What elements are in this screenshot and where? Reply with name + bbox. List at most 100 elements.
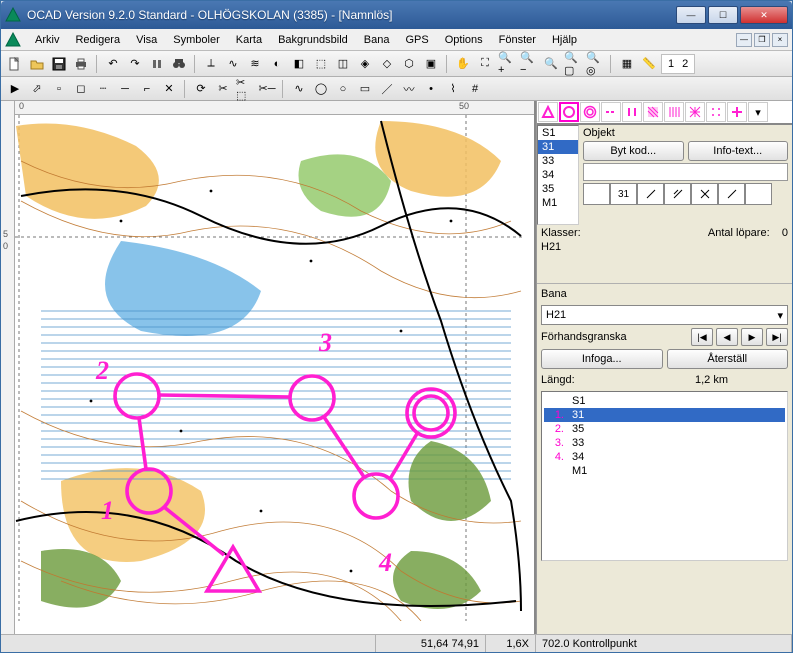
tool-e-icon[interactable]: ◧ (289, 54, 309, 74)
draw-point-icon[interactable]: • (421, 79, 441, 99)
desc-cell[interactable] (637, 183, 664, 205)
close-button[interactable]: ✕ (740, 6, 788, 24)
menu-karta[interactable]: Karta (228, 32, 270, 48)
menu-options[interactable]: Options (437, 32, 491, 48)
zoom-out-icon[interactable]: 🔍− (519, 54, 539, 74)
menu-redigera[interactable]: Redigera (67, 32, 128, 48)
sym-first-aid-icon[interactable] (727, 102, 747, 122)
sym-crossing-icon[interactable] (622, 102, 642, 122)
tool-g-icon[interactable]: ◫ (333, 54, 353, 74)
draw-curve-icon[interactable]: ∿ (289, 79, 309, 99)
draw-num-icon[interactable]: # (465, 79, 485, 99)
rotate-icon[interactable]: ⟳ (191, 79, 211, 99)
map-pane[interactable]: 0 50 5 0 (1, 101, 536, 634)
aterstall-button[interactable]: Återställ (667, 349, 789, 369)
undo-icon[interactable]: ↶ (103, 54, 123, 74)
nav-prev-icon[interactable]: ◀ (716, 328, 738, 346)
maximize-button[interactable]: ☐ (708, 6, 738, 24)
code-item[interactable]: 33 (538, 154, 578, 168)
sym-forbidden-area-icon[interactable] (643, 102, 663, 122)
sym-oob-cross-icon[interactable] (685, 102, 705, 122)
menu-symboler[interactable]: Symboler (165, 32, 227, 48)
print-icon[interactable] (71, 54, 91, 74)
select-cursor-icon[interactable]: ⬀ (27, 79, 47, 99)
sym-dotgrid-icon[interactable] (706, 102, 726, 122)
edit-delete-icon[interactable]: ✕ (159, 79, 179, 99)
sym-oob-hatch-icon[interactable] (664, 102, 684, 122)
draw-circle-icon[interactable]: ○ (333, 79, 353, 99)
infoga-button[interactable]: Infoga... (541, 349, 663, 369)
view-extent-icon[interactable]: ⛶ (475, 54, 495, 74)
desc-cell[interactable] (745, 183, 772, 205)
menu-fonster[interactable]: Fönster (491, 32, 544, 48)
info-text-button[interactable]: Info-text... (688, 141, 789, 161)
tool-j-icon[interactable]: ⬡ (399, 54, 419, 74)
save-file-icon[interactable] (49, 54, 69, 74)
tool-b-icon[interactable]: ∿ (223, 54, 243, 74)
cut-area-icon[interactable]: ✂⬚ (235, 79, 255, 99)
zoom-in-icon[interactable]: 🔍+ (497, 54, 517, 74)
menu-gps[interactable]: GPS (397, 32, 436, 48)
draw-rect-icon[interactable]: ▭ (355, 79, 375, 99)
tool-c-icon[interactable]: ≋ (245, 54, 265, 74)
sym-finish-circle-icon[interactable] (580, 102, 600, 122)
code-item[interactable]: S1 (538, 126, 578, 140)
byt-kod-button[interactable]: Byt kod... (583, 141, 684, 161)
pan-icon[interactable]: ✋ (453, 54, 473, 74)
zoom-sel-icon[interactable]: 🔍▢ (563, 54, 583, 74)
tool-d-icon[interactable]: ◐ (267, 54, 287, 74)
draw-freehand-icon[interactable]: 〰 (399, 79, 419, 99)
select-arrow-icon[interactable]: ▶ (5, 79, 25, 99)
menu-bakgrundsbild[interactable]: Bakgrundsbild (270, 32, 356, 48)
sym-dropdown-icon[interactable]: ▾ (748, 102, 768, 122)
cut-line-icon[interactable]: ✂─ (257, 79, 277, 99)
object-text-input[interactable] (583, 163, 788, 181)
mdi-restore-button[interactable]: ❐ (754, 33, 770, 47)
edit-point-icon[interactable]: ▫ (49, 79, 69, 99)
menu-bana[interactable]: Bana (356, 32, 398, 48)
tool-a-icon[interactable]: ⟂ (201, 54, 221, 74)
nav-next-icon[interactable]: ▶ (741, 328, 763, 346)
draw-ellipse-icon[interactable]: ◯ (311, 79, 331, 99)
mdi-close-button[interactable]: × (772, 33, 788, 47)
mdi-minimize-button[interactable]: — (736, 33, 752, 47)
sym-marked-route-icon[interactable] (601, 102, 621, 122)
sym-start-triangle-icon[interactable] (538, 102, 558, 122)
edit-corner-icon[interactable]: ⌐ (137, 79, 157, 99)
zoom-obj-icon[interactable]: 🔍◎ (585, 54, 605, 74)
tool-k-icon[interactable]: ▣ (421, 54, 441, 74)
control-code-list[interactable]: S1 31 33 34 35 M1 (537, 125, 579, 225)
edit-dash-icon[interactable]: ┄ (93, 79, 113, 99)
edit-vertex-icon[interactable]: ◻ (71, 79, 91, 99)
code-item[interactable]: 31 (538, 140, 578, 154)
minimize-button[interactable]: — (676, 6, 706, 24)
open-file-icon[interactable] (27, 54, 47, 74)
desc-cell-code[interactable]: 31 (610, 183, 637, 205)
measure-icon[interactable]: 📏 (639, 54, 659, 74)
menu-arkiv[interactable]: Arkiv (27, 32, 67, 48)
code-item[interactable]: M1 (538, 196, 578, 210)
course-control-list[interactable]: S1 1.31 2.35 3.33 4.34 M1 (541, 391, 788, 561)
grid-icon[interactable]: ▦ (617, 54, 637, 74)
new-file-icon[interactable] (5, 54, 25, 74)
tool-i-icon[interactable]: ◇ (377, 54, 397, 74)
zoom-prev-icon[interactable]: 🔍 (541, 54, 561, 74)
nav-last-icon[interactable]: ▶| (766, 328, 788, 346)
binoculars-icon[interactable] (169, 54, 189, 74)
draw-line-icon[interactable]: ／ (377, 79, 397, 99)
edit-segment-icon[interactable]: ─ (115, 79, 135, 99)
desc-cell[interactable] (583, 183, 610, 205)
desc-cell[interactable] (691, 183, 718, 205)
sym-control-circle-icon[interactable] (559, 102, 579, 122)
tool-h-icon[interactable]: ◈ (355, 54, 375, 74)
bana-select[interactable]: H21 ▾ (541, 305, 788, 325)
manual-icon[interactable] (147, 54, 167, 74)
nav-first-icon[interactable]: |◀ (691, 328, 713, 346)
desc-cell[interactable] (664, 183, 691, 205)
desc-cell[interactable] (718, 183, 745, 205)
menu-hjalp[interactable]: Hjälp (544, 32, 585, 48)
code-item[interactable]: 34 (538, 168, 578, 182)
redo-icon[interactable]: ↷ (125, 54, 145, 74)
draw-bezier-icon[interactable]: ⌇ (443, 79, 463, 99)
menu-visa[interactable]: Visa (128, 32, 165, 48)
